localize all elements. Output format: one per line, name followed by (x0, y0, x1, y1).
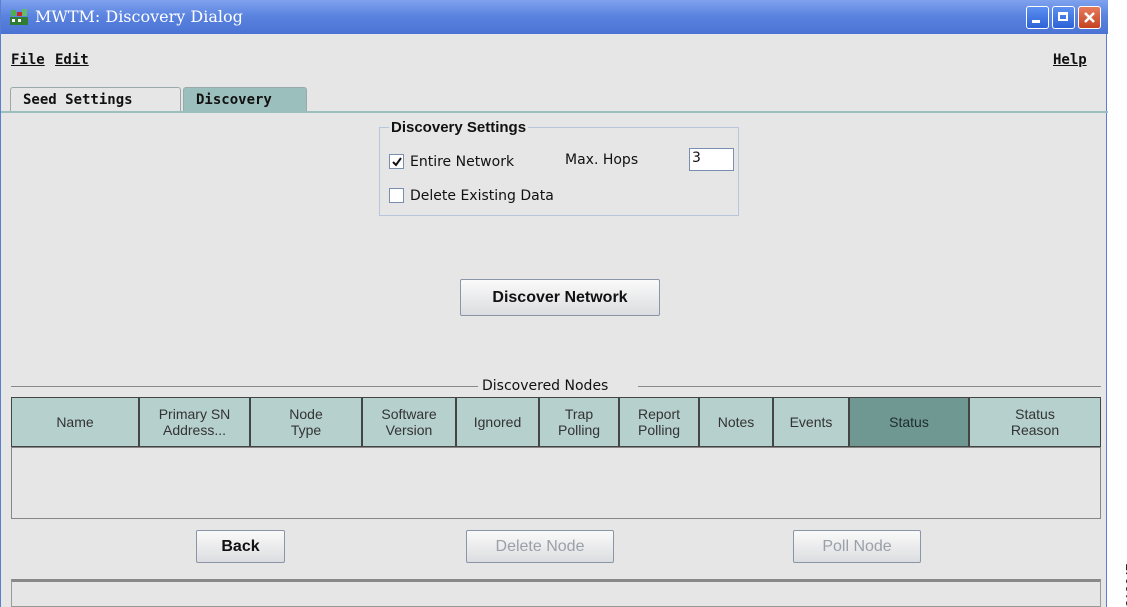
maximize-button[interactable] (1052, 6, 1075, 29)
close-button[interactable] (1078, 6, 1101, 29)
tab-divider (1, 111, 1108, 113)
menu-help[interactable]: Help (1053, 52, 1087, 68)
nodes-table-body[interactable] (11, 447, 1101, 519)
minimize-button[interactable] (1026, 6, 1049, 29)
app-icon (10, 9, 28, 25)
column-node-type[interactable]: Node Type (251, 398, 363, 446)
column-report-polling[interactable]: Report Polling (620, 398, 700, 446)
window-title: MWTM: Discovery Dialog (35, 7, 243, 26)
tab-discovery[interactable]: Discovery (183, 87, 307, 111)
discover-network-button[interactable]: Discover Network (460, 279, 660, 316)
menu-file[interactable]: File (11, 52, 45, 68)
delete-existing-data-label: Delete Existing Data (410, 188, 554, 204)
menu-edit[interactable]: Edit (55, 52, 89, 68)
column-events[interactable]: Events (774, 398, 850, 446)
column-status-reason[interactable]: Status Reason (970, 398, 1100, 446)
column-notes[interactable]: Notes (700, 398, 774, 446)
menu-file-label: File (11, 52, 45, 68)
column-trap-polling[interactable]: Trap Polling (540, 398, 620, 446)
tab-seed-settings[interactable]: Seed Settings (10, 87, 181, 111)
entire-network-label: Entire Network (410, 154, 515, 170)
title-bar[interactable]: MWTM: Discovery Dialog (1, 0, 1108, 34)
column-software-version[interactable]: Software Version (363, 398, 457, 446)
discovery-dialog-window: MWTM: Discovery Dialog File Edit Help Se… (0, 0, 1108, 607)
separator-left (11, 386, 478, 387)
max-hops-input[interactable]: 3 (689, 148, 734, 171)
figure-code: 210647 (1108, 551, 1127, 607)
nodes-table-header: Name Primary SN Address... Node Type Sof… (11, 397, 1101, 447)
column-name[interactable]: Name (12, 398, 140, 446)
status-bar (11, 579, 1101, 607)
max-hops-label: Max. Hops (565, 152, 639, 168)
entire-network-checkbox[interactable] (389, 154, 404, 169)
delete-existing-data-checkbox[interactable] (389, 188, 404, 203)
discovery-settings-title: Discovery Settings (389, 119, 529, 136)
separator-right (638, 386, 1101, 387)
column-status[interactable]: Status (850, 398, 970, 446)
column-primary-sn-address[interactable]: Primary SN Address... (140, 398, 251, 446)
menu-help-label: Help (1053, 52, 1087, 68)
poll-node-button[interactable]: Poll Node (793, 530, 921, 563)
checkmark-icon (392, 157, 402, 167)
delete-node-button[interactable]: Delete Node (466, 530, 614, 563)
figure-code-label: 210647 (1123, 563, 1127, 607)
close-icon (1084, 12, 1095, 23)
menu-edit-label: Edit (55, 52, 89, 68)
discovered-nodes-title: Discovered Nodes (482, 378, 609, 394)
column-ignored[interactable]: Ignored (457, 398, 540, 446)
back-button[interactable]: Back (196, 530, 285, 563)
